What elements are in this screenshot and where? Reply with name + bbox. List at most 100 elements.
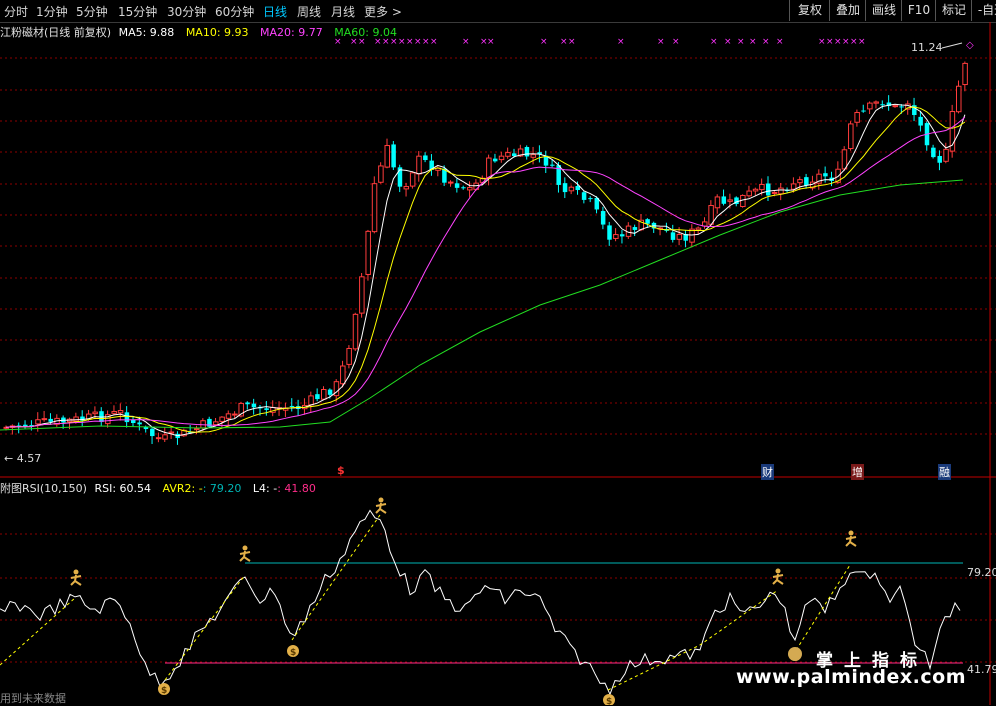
candle-body-down — [937, 155, 942, 163]
candle-body-down — [315, 394, 320, 400]
candle-body-down — [632, 227, 638, 230]
ma60-label: MA60: 9.04 — [334, 26, 397, 39]
candle-body-up — [613, 234, 619, 239]
candle-body-up — [505, 152, 511, 157]
candle-body-up — [416, 155, 422, 175]
candle-body-down — [619, 234, 625, 237]
candle-body-up — [321, 389, 327, 400]
signal-x-marker: × — [826, 37, 834, 47]
candle-body-down — [327, 389, 333, 395]
ma20-line — [5, 116, 966, 428]
future-data-note: 用到未来数据 — [0, 692, 66, 705]
ma20-label: MA20: 9.77 — [260, 26, 323, 39]
candle-body-up — [92, 411, 98, 415]
main-chart-legend: 江粉磁材(日线 前复权) MA5: 9.88 MA10: 9.93 MA20: … — [0, 24, 397, 40]
candle-body-up — [854, 112, 860, 123]
runner-icon-head — [848, 530, 854, 536]
candle-body-up — [778, 187, 784, 195]
signal-x-marker: × — [834, 37, 842, 47]
candle-body-down — [588, 198, 593, 200]
candle-body-down — [550, 164, 555, 166]
candle-body-up — [943, 148, 949, 162]
candle-body-up — [746, 190, 752, 197]
candle-body-up — [194, 428, 200, 431]
upper-level-label: 79.20 — [967, 566, 996, 579]
candle-body-up — [892, 105, 898, 108]
candle-body-up — [740, 194, 746, 208]
issue-event-marker[interactable]: 增 — [851, 464, 864, 480]
candle-body-down — [150, 428, 155, 437]
candle-body-up — [371, 183, 378, 233]
runner-icon — [239, 550, 251, 562]
money-bag-icon-symbol: $ — [606, 697, 612, 705]
candle-body-up — [213, 421, 219, 426]
candle-body-down — [899, 106, 904, 108]
candle-body-up — [73, 416, 79, 422]
signal-x-marker: × — [850, 37, 858, 47]
high-price-label: 11.24 — [911, 41, 943, 54]
runner-icon — [375, 502, 387, 514]
signal-x-marker: × — [657, 37, 665, 47]
kline-chart[interactable]: ××××××××××××××××××××××××××××××××◇$$$$ — [0, 0, 996, 705]
signal-x-marker: × — [762, 37, 770, 47]
candle-body-up — [359, 276, 365, 314]
indicator-title[interactable]: 附图RSI(10,150) — [0, 482, 87, 495]
candle-body-down — [454, 183, 460, 188]
candle-body-down — [861, 110, 866, 112]
signal-x-marker: × — [737, 37, 745, 47]
candle-body-up — [225, 413, 232, 419]
finance-event-marker[interactable]: 财 — [761, 464, 774, 480]
signal-x-marker: × — [487, 37, 495, 47]
candle-body-up — [797, 179, 803, 184]
runner-icon — [70, 574, 82, 586]
signal-x-marker: × — [414, 37, 422, 47]
watermark-logo-icon — [788, 647, 802, 661]
candle-body-up — [111, 411, 117, 414]
runner-icon-head — [242, 545, 248, 551]
candle-body-down — [670, 232, 676, 240]
signal-x-marker: × — [842, 37, 850, 47]
money-bag-icon-symbol: $ — [290, 648, 296, 658]
ma5-line — [5, 103, 966, 437]
candle-body-down — [524, 146, 530, 157]
signal-x-marker: × — [462, 37, 470, 47]
candle-body-up — [352, 313, 359, 350]
candle-body-down — [124, 412, 130, 423]
avr2-name: AVR2: - — [162, 482, 203, 495]
candle-body-up — [714, 196, 721, 209]
signal-x-marker: × — [710, 37, 718, 47]
low-price-label: ← 4.57 — [4, 452, 42, 465]
candle-body-up — [790, 183, 797, 190]
rsi-trend-dashed — [164, 574, 246, 681]
candle-body-down — [721, 196, 727, 204]
runner-icon — [845, 535, 857, 547]
candle-body-up — [689, 228, 695, 243]
watermark-url: www.palmindex.com — [736, 666, 967, 688]
high-price-pointer — [941, 42, 963, 49]
signal-x-marker: × — [430, 37, 438, 47]
signal-x-marker: × — [617, 37, 625, 47]
candle-body-up — [873, 101, 879, 104]
candle-body-up — [708, 205, 714, 225]
signal-x-marker: × — [776, 37, 784, 47]
candle-body-up — [962, 62, 968, 86]
candle-body-up — [117, 410, 124, 414]
candle-body-down — [823, 173, 828, 177]
candle-body-down — [264, 408, 269, 410]
dividend-marker[interactable]: $ — [337, 464, 345, 477]
avr2-value: : 79.20 — [202, 482, 242, 495]
candle-body-up — [308, 395, 314, 406]
rsi-trend-dashed — [0, 597, 76, 666]
runner-icon-head — [775, 568, 781, 574]
candle-body-up — [378, 165, 384, 183]
ma10-label: MA10: 9.93 — [185, 26, 249, 39]
candle-body-down — [289, 405, 295, 407]
candle-body-up — [568, 186, 575, 192]
candle-body-up — [340, 365, 346, 385]
runner-icon-head — [73, 569, 79, 575]
candle-body-up — [695, 227, 702, 231]
candle-body-up — [448, 181, 454, 184]
margin-event-marker[interactable]: 融 — [938, 464, 951, 480]
signal-x-marker: × — [672, 37, 680, 47]
candle-body-down — [931, 147, 936, 158]
